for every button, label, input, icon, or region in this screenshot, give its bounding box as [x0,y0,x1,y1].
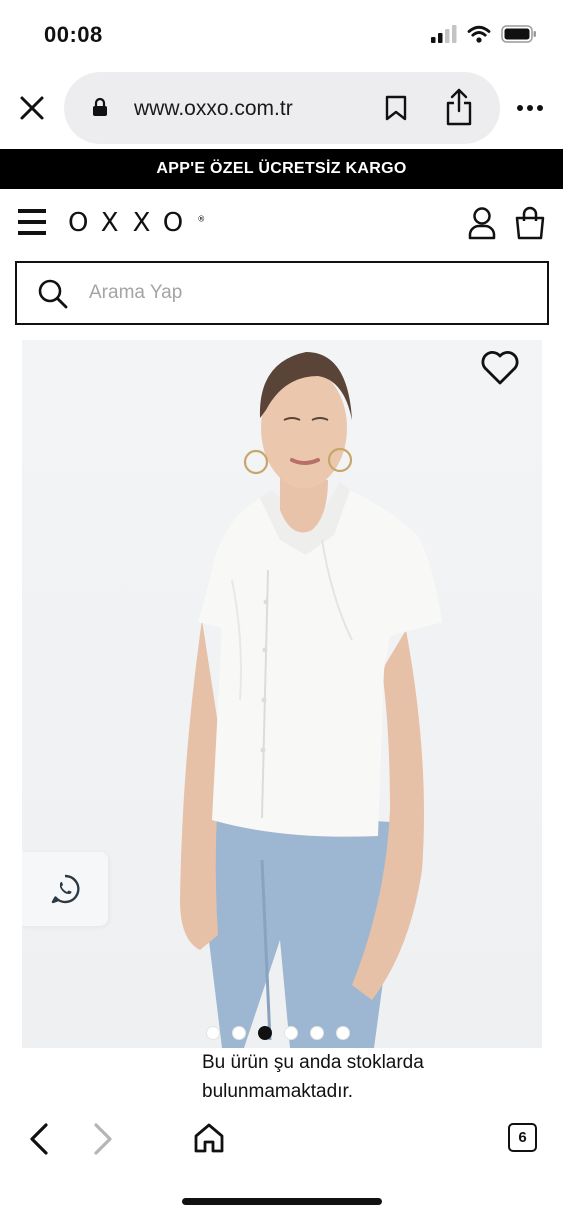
shopping-bag-icon[interactable] [514,206,546,240]
product-image[interactable] [22,340,542,1048]
carousel-dot[interactable] [232,1026,246,1040]
home-indicator[interactable] [182,1198,382,1205]
url-text[interactable]: www.oxxo.com.tr [134,97,293,121]
search-input[interactable] [89,277,529,309]
more-icon[interactable] [516,104,544,112]
carousel-dot[interactable] [206,1026,220,1040]
battery-icon [501,25,536,43]
share-icon[interactable] [444,88,474,126]
tab-count: 6 [518,1129,527,1146]
user-icon[interactable] [467,206,497,240]
stock-message: Bu ürün şu anda stoklarda bulunmamaktadı… [202,1048,502,1106]
browser-toolbar: www.oxxo.com.tr [0,70,563,146]
tabs-button[interactable]: 6 [508,1123,537,1152]
forward-icon[interactable] [92,1122,114,1156]
carousel-indicator [206,1026,350,1040]
menu-icon[interactable] [18,208,46,236]
status-bar: 00:08 [0,0,563,66]
carousel-dot-active[interactable] [258,1026,272,1040]
logo[interactable]: OXXO® [68,208,205,238]
browser-bottom-toolbar: 6 [0,1104,563,1176]
carousel-dot[interactable] [310,1026,324,1040]
stock-message-line2: bulunmamaktadır. [202,1081,354,1102]
whatsapp-icon [51,874,80,904]
back-icon[interactable] [28,1122,50,1156]
home-icon[interactable] [193,1122,225,1154]
registered-mark: ® [197,214,206,224]
logo-text: OXXO [68,208,198,238]
product-photo [180,352,442,1048]
search-icon[interactable] [37,278,69,310]
stock-message-line1: Bu ürün şu anda stoklarda [202,1052,424,1073]
promo-banner[interactable]: APP'E ÖZEL ÜCRETSİZ KARGO [0,149,563,189]
status-icons [431,25,537,43]
heart-icon[interactable] [480,350,520,386]
site-header: OXXO® [0,196,563,252]
status-time: 00:08 [44,22,103,47]
carousel-dot[interactable] [284,1026,298,1040]
lock-icon [93,97,107,116]
close-icon[interactable] [18,94,46,122]
bookmark-icon[interactable] [384,94,408,122]
address-bar[interactable]: www.oxxo.com.tr [64,72,500,144]
cellular-signal-icon [431,25,457,43]
wifi-icon [467,25,491,43]
search-bar[interactable] [15,261,549,325]
carousel-dot[interactable] [336,1026,350,1040]
whatsapp-button[interactable] [22,852,108,926]
